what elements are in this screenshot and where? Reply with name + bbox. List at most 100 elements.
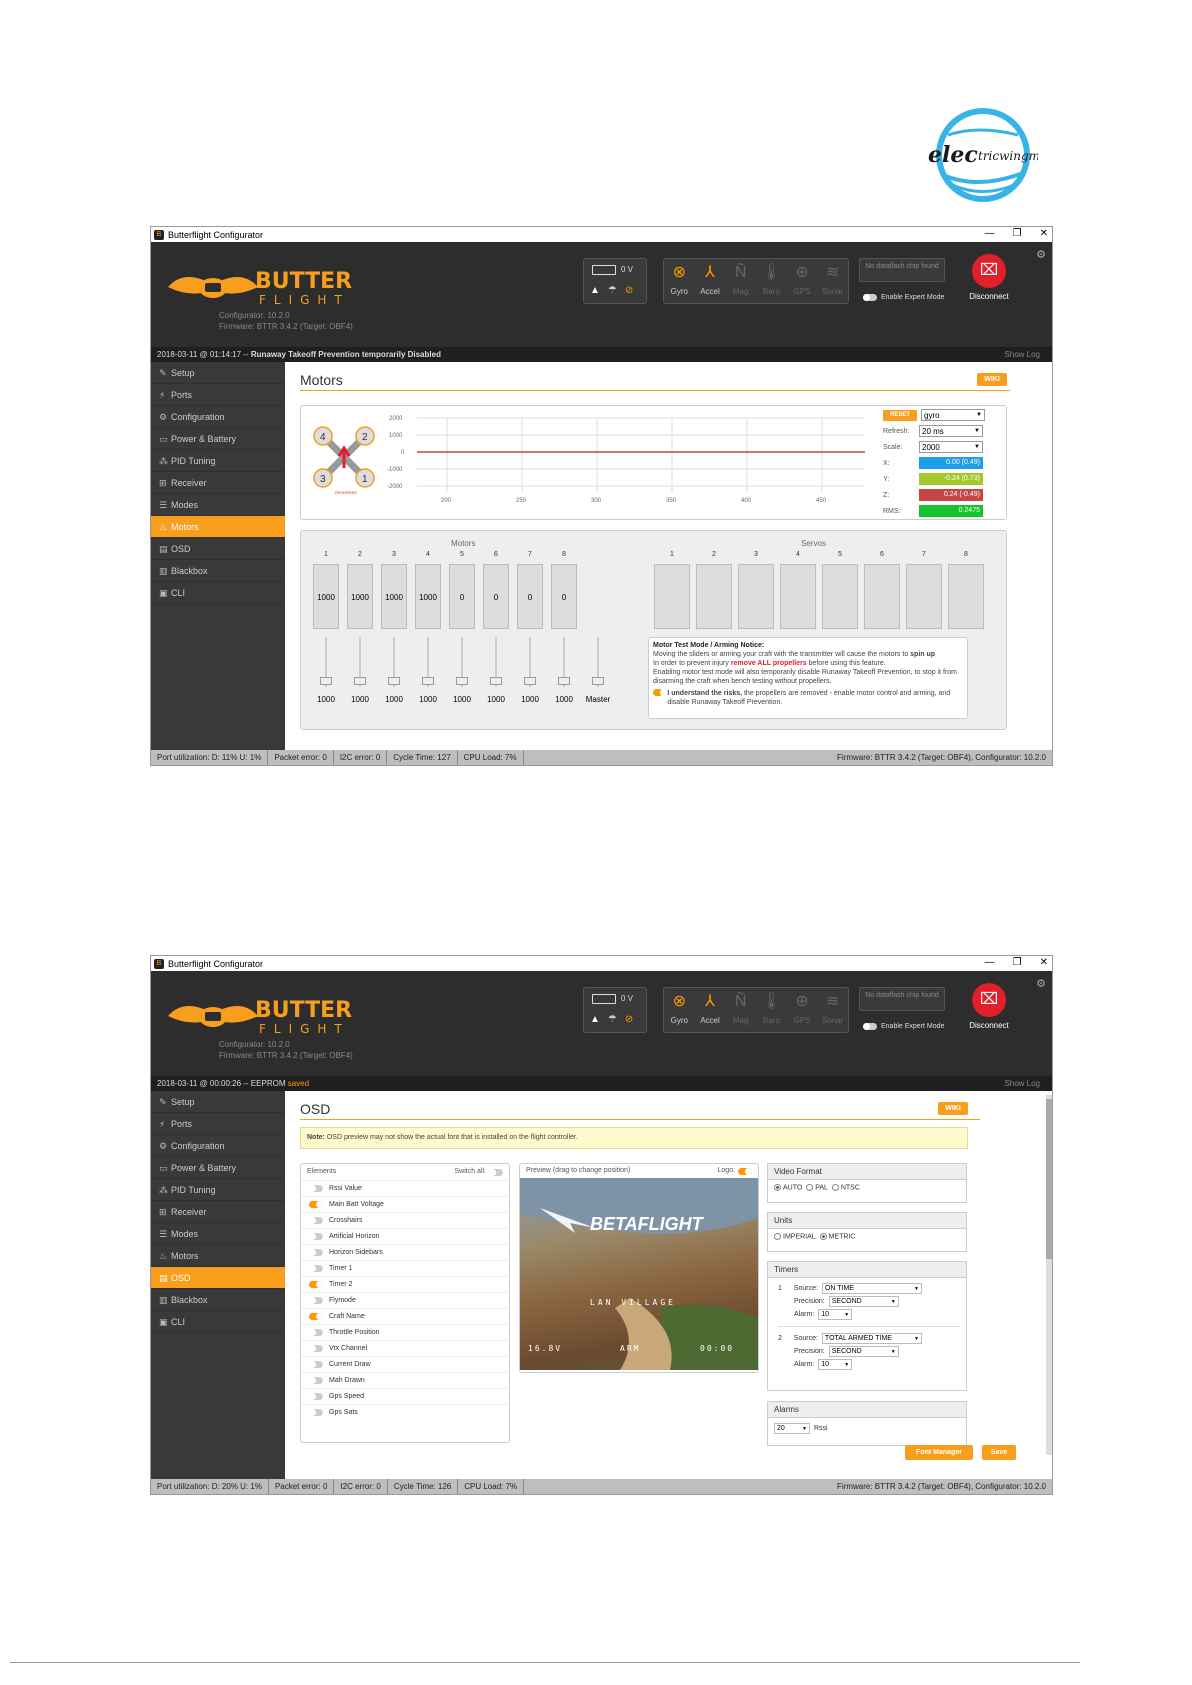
element-toggle[interactable] <box>309 1249 323 1256</box>
motor-slider[interactable] <box>381 637 407 692</box>
motor-slider[interactable] <box>551 637 577 692</box>
sidebar-item-cli[interactable]: ▣ CLI <box>151 582 285 604</box>
svg-text:4: 4 <box>320 432 326 443</box>
minimize-icon[interactable]: — <box>985 957 995 968</box>
element-toggle[interactable] <box>309 1281 323 1288</box>
element-toggle[interactable] <box>309 1233 323 1240</box>
sidebar-item-motors[interactable]: ♨ Motors <box>151 1245 285 1267</box>
element-toggle[interactable] <box>309 1329 323 1336</box>
gyro-icon: ⊗ <box>672 993 687 1010</box>
motor-test-toggle[interactable] <box>653 689 668 696</box>
timer2-alarm-input[interactable]: 10 <box>818 1359 853 1370</box>
sidebar-item-modes[interactable]: ☰ Modes <box>151 1223 285 1245</box>
y-value: -0.24 (0.73) <box>919 473 983 485</box>
wiki-button[interactable]: WIKI <box>938 1102 968 1115</box>
master-slider[interactable] <box>585 637 611 692</box>
timer2-source-select[interactable]: TOTAL ARMED TIME <box>821 1333 922 1344</box>
motor-slider[interactable] <box>517 637 543 692</box>
save-button[interactable]: Save <box>982 1445 1016 1460</box>
motor-slider[interactable] <box>313 637 339 692</box>
logo-toggle[interactable] <box>738 1167 752 1175</box>
element-toggle[interactable] <box>309 1217 323 1224</box>
osd-arm-status: ARM <box>620 1344 641 1353</box>
radio-auto[interactable] <box>774 1184 781 1191</box>
sidebar-item-pid-tuning[interactable]: ⁂ PID Tuning <box>151 450 285 472</box>
wiki-button[interactable]: WIKI <box>977 373 1007 386</box>
sidebar-item-modes[interactable]: ☰ Modes <box>151 494 285 516</box>
sidebar-item-configuration[interactable]: ⚙ Configuration <box>151 1135 285 1157</box>
refresh-select[interactable]: 20 ms <box>919 425 983 437</box>
expert-mode-toggle[interactable]: Enable Expert Mode <box>863 294 944 301</box>
alarm-rssi-input[interactable]: 20 <box>774 1423 810 1434</box>
motor-slider[interactable] <box>449 637 475 692</box>
radio-imperial[interactable] <box>774 1233 781 1240</box>
osd-preview-panel: Preview (drag to change position) Logo: B… <box>519 1163 759 1373</box>
scrollbar[interactable] <box>1046 1095 1052 1455</box>
close-icon[interactable]: ✕ <box>1040 957 1048 968</box>
master-label: Master <box>585 695 611 704</box>
font-manager-button[interactable]: Font Manager <box>905 1445 973 1460</box>
timer1-alarm-input[interactable]: 10 <box>818 1309 853 1320</box>
element-toggle[interactable] <box>309 1185 323 1192</box>
sidebar-item-osd[interactable]: ▤ OSD <box>151 538 285 560</box>
sidebar-item-blackbox[interactable]: ▥ Blackbox <box>151 560 285 582</box>
svg-text:250: 250 <box>516 498 527 504</box>
settings-gear-icon[interactable]: ⚙ <box>1036 248 1046 261</box>
units-panel: Units IMPERIAL METRIC <box>767 1212 967 1252</box>
show-log-link[interactable]: Show Log <box>1004 347 1040 362</box>
minimize-icon[interactable]: — <box>985 228 995 239</box>
sidebar-item-blackbox[interactable]: ▥ Blackbox <box>151 1289 285 1311</box>
disconnect-button[interactable]: ⌧ Disconnect <box>964 983 1014 1030</box>
timer1-source-select[interactable]: ON TIME <box>821 1283 922 1294</box>
close-icon[interactable]: ✕ <box>1040 228 1048 239</box>
radio-metric[interactable] <box>819 1233 827 1240</box>
sidebar-item-ports[interactable]: ⚡ Ports <box>151 1113 285 1135</box>
sidebar-item-receiver[interactable]: ⊞ Receiver <box>151 1201 285 1223</box>
sidebar-item-setup[interactable]: ✎ Setup <box>151 362 285 384</box>
expert-mode-switch[interactable] <box>863 1023 877 1030</box>
sidebar-item-pid-tuning[interactable]: ⁂ PID Tuning <box>151 1179 285 1201</box>
sidebar-item-cli[interactable]: ▣ CLI <box>151 1311 285 1333</box>
element-toggle[interactable] <box>309 1393 323 1400</box>
timer1-precision-select[interactable]: SECOND <box>828 1296 899 1307</box>
motor-slider[interactable] <box>347 637 373 692</box>
sidebar-item-configuration[interactable]: ⚙ Configuration <box>151 406 285 428</box>
element-toggle[interactable] <box>309 1265 323 1272</box>
usb-icon: ⌧ <box>972 254 1006 288</box>
sidebar-item-motors[interactable]: ♨ Motors <box>151 516 285 538</box>
element-toggle[interactable] <box>309 1409 323 1416</box>
motor-slider[interactable] <box>483 637 509 692</box>
sensor-select[interactable]: gyro <box>921 409 985 421</box>
sidebar-item-setup[interactable]: ✎ Setup <box>151 1091 285 1113</box>
show-log-link[interactable]: Show Log <box>1004 1076 1040 1091</box>
maximize-icon[interactable]: ❐ <box>1013 957 1022 968</box>
element-toggle[interactable] <box>309 1377 323 1384</box>
element-toggle[interactable] <box>309 1313 323 1320</box>
osd-preview-image[interactable]: BETAFLIGHT LAN VILLAGE 16.8V ARM 00:00 <box>520 1178 758 1370</box>
servo-value <box>822 564 858 629</box>
sidebar-item-power[interactable]: ▭ Power & Battery <box>151 1157 285 1179</box>
sidebar-item-power[interactable]: ▭ Power & Battery <box>151 428 285 450</box>
element-toggle[interactable] <box>309 1361 323 1368</box>
motor-slider[interactable] <box>415 637 441 692</box>
baro-icon: 🌡 <box>761 264 782 281</box>
radio-pal[interactable] <box>806 1184 814 1191</box>
version-info: Configurator: 10.2.0 Firmware: BTTR 3.4.2… <box>219 1040 353 1060</box>
radio-ntsc[interactable] <box>831 1184 839 1191</box>
element-toggle[interactable] <box>309 1297 323 1304</box>
expert-mode-toggle[interactable]: Enable Expert Mode <box>863 1023 944 1030</box>
settings-gear-icon[interactable]: ⚙ <box>1036 977 1046 990</box>
element-toggle[interactable] <box>309 1201 323 1208</box>
switch-all-toggle[interactable] <box>489 1168 503 1176</box>
reset-button[interactable]: RESET <box>883 409 917 421</box>
svg-text:3: 3 <box>320 474 326 485</box>
element-toggle[interactable] <box>309 1345 323 1352</box>
expert-mode-switch[interactable] <box>863 294 877 301</box>
sidebar-item-osd[interactable]: ▤ OSD <box>151 1267 285 1289</box>
maximize-icon[interactable]: ❐ <box>1013 228 1022 239</box>
sidebar-item-receiver[interactable]: ⊞ Receiver <box>151 472 285 494</box>
disconnect-button[interactable]: ⌧ Disconnect <box>964 254 1014 301</box>
scale-select[interactable]: 2000 <box>919 441 983 453</box>
sidebar-item-ports[interactable]: ⚡ Ports <box>151 384 285 406</box>
timer2-precision-select[interactable]: SECOND <box>828 1346 899 1357</box>
